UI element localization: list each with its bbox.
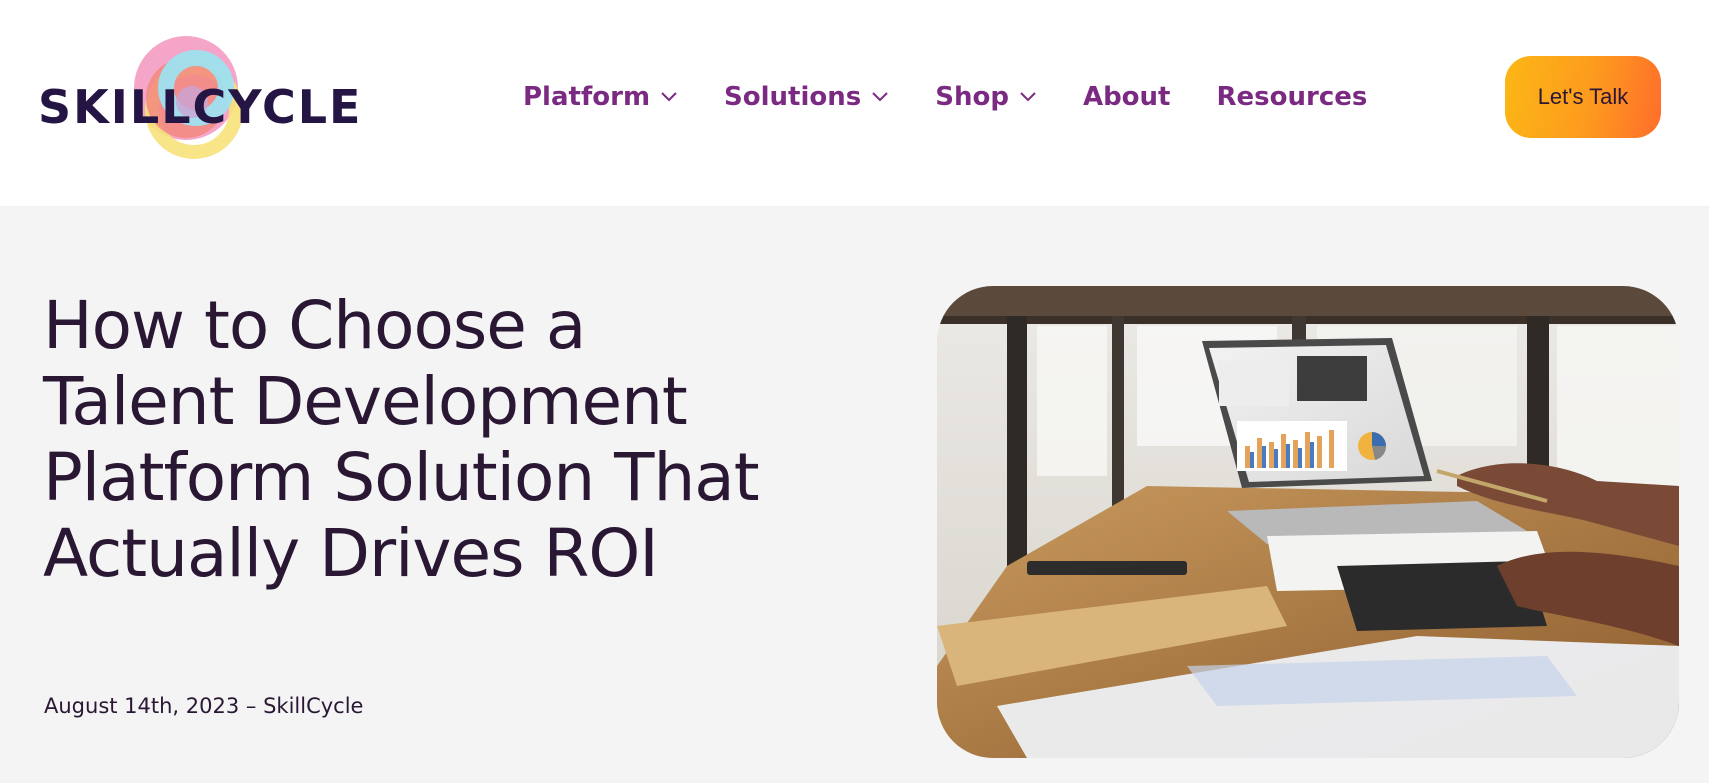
nav-item-label: Shop [935, 82, 1009, 112]
article-meta: August 14th, 2023 – SkillCycle [44, 694, 364, 718]
logo-wordmark: SKILLCYCLE [38, 80, 363, 134]
nav-item-about[interactable]: About [1083, 82, 1171, 112]
article-title: How to Choose a Talent Development Platf… [43, 287, 760, 592]
hero-photo [937, 286, 1679, 758]
chevron-down-icon [661, 92, 677, 102]
nav-item-resources[interactable]: Resources [1217, 82, 1368, 112]
chevron-down-icon [1020, 92, 1036, 102]
article-hero: How to Choose a Talent Development Platf… [0, 206, 1709, 783]
nav-item-solutions[interactable]: Solutions [724, 82, 889, 112]
nav-item-platform[interactable]: Platform [523, 82, 678, 112]
nav-item-label: Solutions [724, 82, 862, 112]
nav-item-label: Resources [1216, 82, 1368, 112]
nav-item-label: About [1082, 82, 1171, 112]
lets-talk-button[interactable]: Let's Talk [1505, 56, 1661, 138]
chevron-down-icon [872, 92, 888, 102]
main-nav: Platform Solutions Shop About Resources [523, 73, 1413, 121]
nav-item-label: Platform [523, 82, 651, 112]
skillcycle-logo[interactable]: SKILLCYCLE [36, 36, 360, 166]
nav-item-shop[interactable]: Shop [935, 82, 1037, 112]
site-header: SKILLCYCLE Platform Solutions Shop About… [0, 0, 1709, 206]
laptop-desk-photo [937, 286, 1679, 758]
